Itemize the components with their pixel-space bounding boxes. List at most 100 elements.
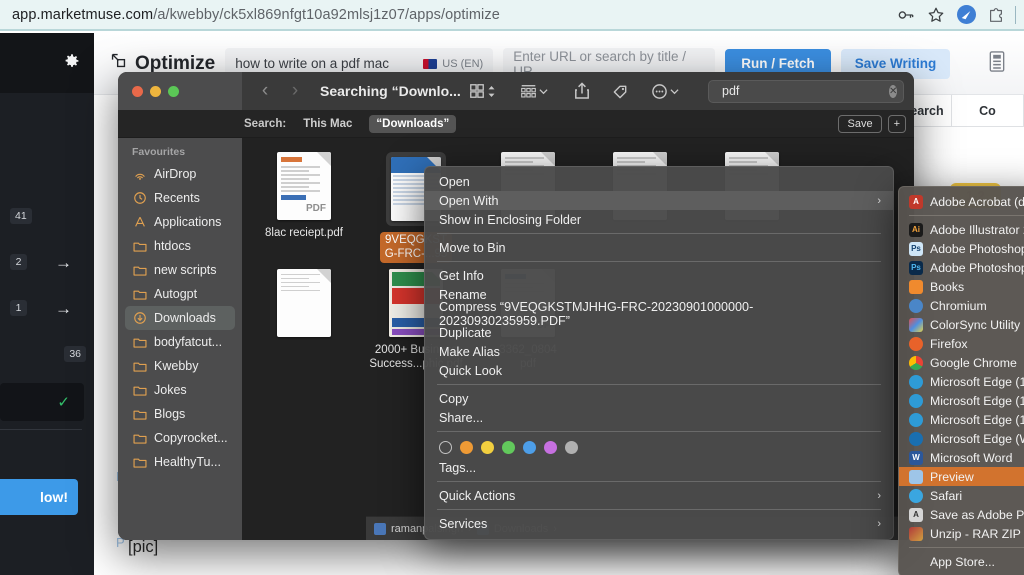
sidebar-item-label: Applications bbox=[154, 215, 222, 229]
forward-icon[interactable]: › bbox=[284, 80, 306, 102]
minimize-window-button[interactable] bbox=[150, 85, 161, 97]
back-icon[interactable]: ‹ bbox=[254, 80, 276, 102]
tag-purple-icon[interactable] bbox=[544, 441, 557, 454]
menu-item-quick-look[interactable]: Quick Look bbox=[425, 361, 893, 380]
sidebar-item-autogpt[interactable]: Autogpt bbox=[125, 282, 235, 306]
app-item-microsoft-edge-110a[interactable]: Microsoft Edge (110 bbox=[899, 391, 1024, 410]
app-item-colorsync-utility[interactable]: ColorSync Utility bbox=[899, 315, 1024, 334]
clock-icon bbox=[132, 191, 147, 206]
view-grid-icon[interactable] bbox=[469, 83, 496, 99]
group-by-icon[interactable] bbox=[520, 83, 548, 99]
tag-icon[interactable] bbox=[612, 83, 629, 100]
bookmark-star-icon[interactable] bbox=[921, 0, 951, 30]
save-search-button[interactable]: Save bbox=[838, 114, 882, 133]
app-item-label: App Store... bbox=[930, 554, 995, 569]
menu-item-tags[interactable]: Tags... bbox=[425, 458, 893, 477]
panel-toggle-icon[interactable] bbox=[988, 50, 1014, 77]
menu-item-move-to-bin[interactable]: Move to Bin bbox=[425, 238, 893, 257]
sidebar-item-label: Jokes bbox=[154, 383, 187, 397]
menu-item-show-in-enclosing-folder[interactable]: Show in Enclosing Folder bbox=[425, 210, 893, 229]
file-item[interactable] bbox=[248, 263, 360, 372]
sidebar-item-recents[interactable]: Recents bbox=[125, 186, 235, 210]
menu-item-make-alias[interactable]: Make Alias bbox=[425, 342, 893, 361]
key-icon[interactable] bbox=[891, 0, 921, 30]
app-item-label: Adobe Illustrator 20 bbox=[930, 222, 1024, 237]
menu-item-open[interactable]: Open bbox=[425, 172, 893, 191]
app-item-adobe-illustrator[interactable]: Ai Adobe Illustrator 20 bbox=[899, 220, 1024, 239]
scope-this-mac[interactable]: This Mac bbox=[296, 115, 359, 133]
app-item-save-as-adobe-pdf[interactable]: A Save as Adobe PDF bbox=[899, 505, 1024, 524]
close-window-button[interactable] bbox=[132, 85, 143, 97]
rail-task-card[interactable]: ✓ bbox=[0, 383, 84, 421]
menu-item-copy[interactable]: Copy bbox=[425, 389, 893, 408]
app-item-chromium[interactable]: Chromium bbox=[899, 296, 1024, 315]
sidebar-item-label: Copyrocket... bbox=[154, 431, 228, 445]
tag-blue-icon[interactable] bbox=[523, 441, 536, 454]
share-icon[interactable] bbox=[574, 82, 590, 100]
finder-search-field[interactable]: ✕ bbox=[708, 79, 904, 103]
sidebar-item-airdrop[interactable]: AirDrop bbox=[125, 162, 235, 186]
menu-item-get-info[interactable]: Get Info bbox=[425, 266, 893, 285]
sidebar-item-new-scripts[interactable]: new scripts bbox=[125, 258, 235, 282]
app-item-preview[interactable]: Preview bbox=[899, 467, 1024, 486]
menu-item-compress[interactable]: Compress “9VEQGKSTMJHHG-FRC-202309010000… bbox=[425, 300, 893, 328]
menu-item-open-with[interactable]: Open With › bbox=[425, 191, 893, 210]
menu-item-quick-actions[interactable]: Quick Actions › bbox=[425, 486, 893, 505]
rail-metric-row[interactable]: 2 → bbox=[0, 239, 94, 285]
maximize-window-button[interactable] bbox=[168, 85, 179, 97]
chromium-icon bbox=[909, 298, 923, 313]
app-item-adobe-photoshop[interactable]: Ps Adobe Photoshop ( bbox=[899, 239, 1024, 258]
address-bar[interactable]: app.marketmuse.com/a/kwebby/ck5xl869nfgt… bbox=[0, 0, 891, 30]
file-item[interactable]: PDF 8lac reciept.pdf bbox=[248, 146, 360, 263]
sidebar-item-jokes[interactable]: Jokes bbox=[125, 378, 235, 402]
locale-label: US (EN) bbox=[442, 57, 484, 70]
app-item-microsoft-edge-wi[interactable]: Microsoft Edge (Wi bbox=[899, 429, 1024, 448]
app-item-books[interactable]: Books bbox=[899, 277, 1024, 296]
more-actions-icon[interactable] bbox=[651, 83, 679, 100]
profile-avatar-icon[interactable] bbox=[951, 0, 981, 30]
sidebar-item-htdocs[interactable]: htdocs bbox=[125, 234, 235, 258]
menu-item-label: Duplicate bbox=[439, 325, 492, 340]
extensions-puzzle-icon[interactable] bbox=[981, 0, 1011, 30]
app-item-microsoft-edge-110b[interactable]: Microsoft Edge (110 bbox=[899, 410, 1024, 429]
add-criteria-button[interactable]: + bbox=[887, 114, 906, 133]
rail-metric-row: 41 bbox=[0, 193, 94, 239]
rail-badge: 1 bbox=[10, 300, 27, 316]
sidebar-item-copyrocket[interactable]: Copyrocket... bbox=[125, 426, 235, 450]
scope-downloads[interactable]: “Downloads” bbox=[369, 114, 457, 133]
app-item-adobe-acrobat[interactable]: A Adobe Acrobat (def bbox=[899, 192, 1024, 211]
app-item-unzip-rar-zip-7z[interactable]: Unzip - RAR ZIP 7Z bbox=[899, 524, 1024, 543]
sidebar-item-bodyfatcut[interactable]: bodyfatcut... bbox=[125, 330, 235, 354]
app-item-safari[interactable]: Safari bbox=[899, 486, 1024, 505]
app-item-app-store[interactable]: App Store... bbox=[899, 552, 1024, 571]
adobe-acrobat-icon: A bbox=[909, 194, 923, 209]
sidebar-item-healthytu[interactable]: HealthyTu... bbox=[125, 450, 235, 474]
tag-none-icon[interactable] bbox=[439, 441, 452, 454]
app-item-microsoft-edge-121[interactable]: Microsoft Edge (121 bbox=[899, 372, 1024, 391]
app-item-label: ColorSync Utility bbox=[930, 317, 1021, 332]
app-item-label: Unzip - RAR ZIP 7Z bbox=[930, 526, 1024, 541]
app-item-microsoft-word[interactable]: W Microsoft Word bbox=[899, 448, 1024, 467]
rail-metric-row[interactable]: 1 → bbox=[0, 285, 94, 331]
clear-search-icon[interactable]: ✕ bbox=[889, 84, 898, 98]
tab-compete[interactable]: Co bbox=[952, 95, 1024, 126]
menu-item-label: Make Alias bbox=[439, 344, 500, 359]
sidebar-item-applications[interactable]: Applications bbox=[125, 210, 235, 234]
sidebar-item-downloads[interactable]: Downloads bbox=[125, 306, 235, 330]
app-item-label: Microsoft Edge (110 bbox=[930, 393, 1024, 408]
app-item-firefox[interactable]: Firefox bbox=[899, 334, 1024, 353]
sidebar-item-kwebby[interactable]: Kwebby bbox=[125, 354, 235, 378]
app-item-adobe-photoshop-2[interactable]: Ps Adobe Photoshop 2 bbox=[899, 258, 1024, 277]
rail-cta-button[interactable]: low! bbox=[0, 479, 78, 515]
tag-grey-icon[interactable] bbox=[565, 441, 578, 454]
app-item-google-chrome[interactable]: Google Chrome bbox=[899, 353, 1024, 372]
tag-green-icon[interactable] bbox=[502, 441, 515, 454]
menu-item-services[interactable]: Services › bbox=[425, 514, 893, 533]
sidebar-item-blogs[interactable]: Blogs bbox=[125, 402, 235, 426]
finder-search-input[interactable] bbox=[722, 84, 883, 98]
menu-item-share[interactable]: Share... bbox=[425, 408, 893, 427]
tag-orange-icon[interactable] bbox=[460, 441, 473, 454]
stepper-chevrons-icon bbox=[488, 85, 495, 97]
gear-icon[interactable] bbox=[64, 53, 80, 74]
tag-yellow-icon[interactable] bbox=[481, 441, 494, 454]
